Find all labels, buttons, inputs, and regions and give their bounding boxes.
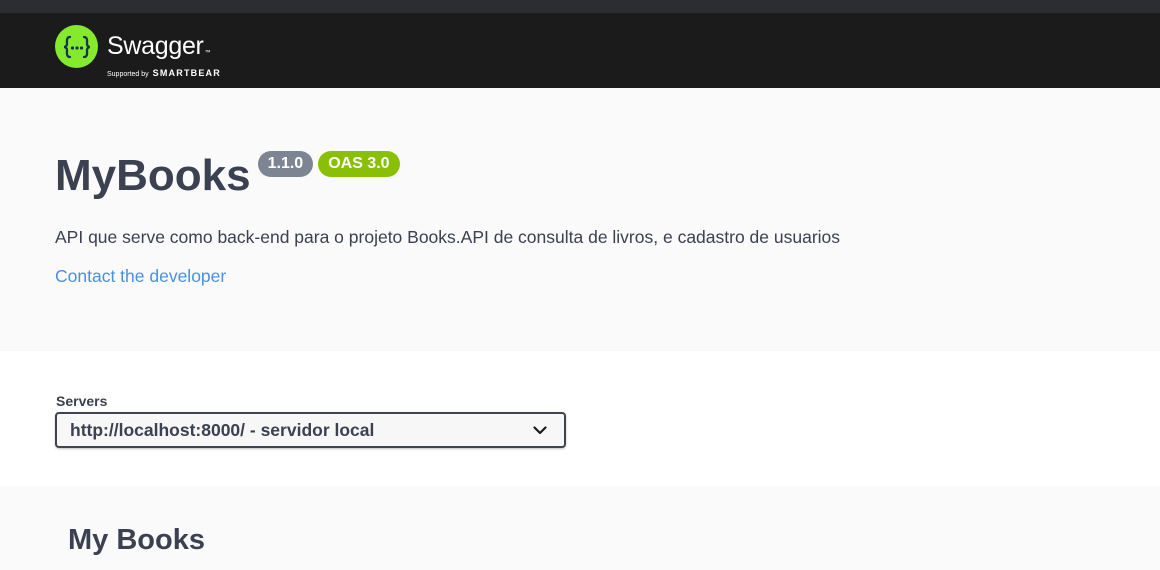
api-info: MyBooks 1.1.0 OAS 3.0 API que serve como… xyxy=(0,88,1160,351)
servers-selected-value: http://localhost:8000/ - servidor local xyxy=(70,419,375,440)
logo-trademark: ™ xyxy=(204,50,211,56)
tag-my-books[interactable]: My Books xyxy=(68,524,205,557)
swagger-braces-icon xyxy=(55,25,98,68)
api-description: API que serve como back-end para o proje… xyxy=(55,227,841,247)
oas-badge: OAS 3.0 xyxy=(318,151,400,177)
api-title: MyBooks xyxy=(55,151,251,200)
title-row: MyBooks 1.1.0 OAS 3.0 xyxy=(55,150,400,202)
chevron-down-icon xyxy=(533,423,547,437)
logo-subtitle-prefix: Supported by xyxy=(107,71,149,78)
contact-developer-link[interactable]: Contact the developer xyxy=(55,266,226,287)
logo-title: Swagger™ xyxy=(107,32,211,60)
logo-subtitle: Supported by SMARTBEAR xyxy=(107,68,221,80)
servers-select[interactable]: http://localhost:8000/ - servidor local xyxy=(55,412,566,448)
tags-section: My Books xyxy=(0,486,1160,570)
topbar: Swagger™ Supported by SMARTBEAR xyxy=(0,13,1160,88)
logo-subtitle-brand: SMARTBEAR xyxy=(152,68,221,78)
swagger-logo-link[interactable]: Swagger™ Supported by SMARTBEAR xyxy=(55,25,221,80)
version-badge: 1.1.0 xyxy=(257,151,314,177)
servers-label: Servers xyxy=(56,393,108,409)
browser-top-strip xyxy=(0,0,1160,13)
logo-text: Swagger™ Supported by SMARTBEAR xyxy=(107,25,221,80)
servers-section: Servers http://localhost:8000/ - servido… xyxy=(0,351,1160,486)
